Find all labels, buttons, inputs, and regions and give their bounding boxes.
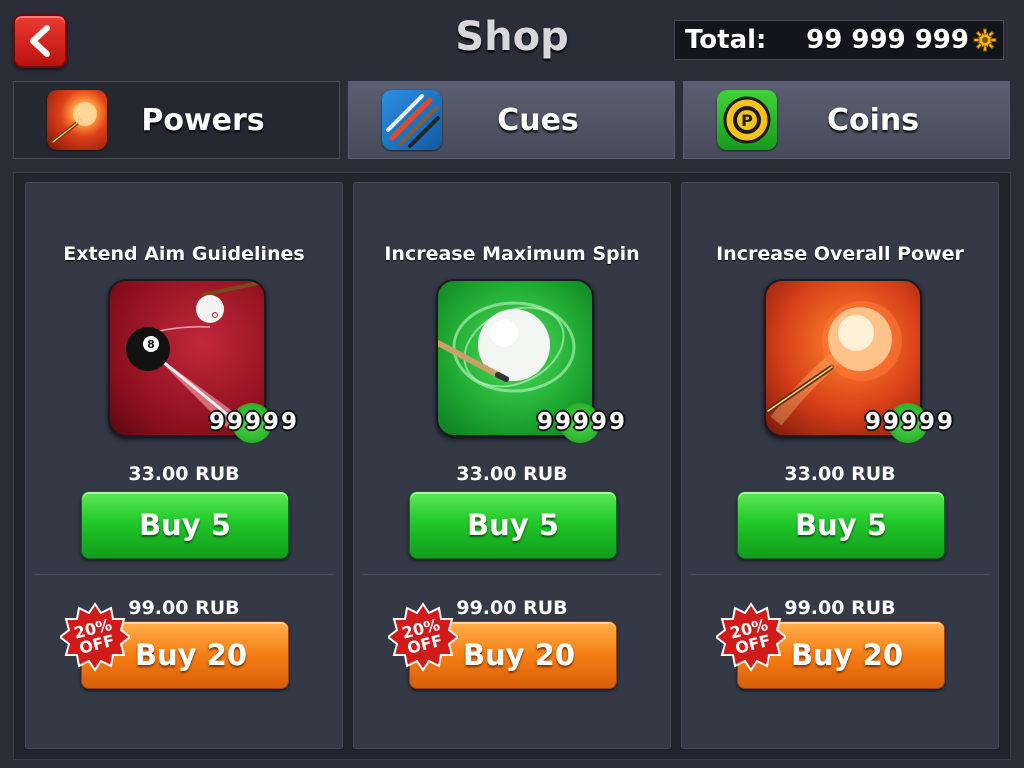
coins-icon: P — [717, 90, 777, 150]
divider — [34, 574, 334, 575]
buy-5-button[interactable]: Buy 5 — [409, 491, 617, 559]
product-title: Extend Aim Guidelines — [63, 243, 305, 265]
price-small: 33.00 RUB — [456, 463, 568, 485]
svg-text:P: P — [741, 111, 753, 130]
tab-coins-label: Coins — [826, 102, 920, 138]
price-small: 33.00 RUB — [784, 463, 896, 485]
divider — [690, 574, 990, 575]
product-title: Increase Overall Power — [716, 243, 964, 265]
shop-panel: Extend Aim Guidelines 8 99999 33.00 RUB … — [13, 172, 1011, 760]
divider — [362, 574, 662, 575]
buy-5-button[interactable]: Buy 5 — [737, 491, 945, 559]
quantity-owned: 99999 — [536, 409, 628, 435]
product-card-aim: Extend Aim Guidelines 8 99999 33.00 RUB … — [25, 182, 343, 749]
gear-coin-icon — [973, 28, 997, 52]
total-label: Total: — [685, 25, 767, 55]
quantity-owned: 99999 — [208, 409, 300, 435]
cues-icon — [382, 90, 442, 150]
product-card-power: Increase Overall Power 99999 33.00 RUB B… — [681, 182, 999, 749]
tab-cues[interactable]: Cues — [348, 81, 675, 159]
tab-coins[interactable]: P Coins — [683, 81, 1010, 159]
product-card-spin: Increase Maximum Spin 99999 33.00 RUB Bu… — [353, 182, 671, 749]
tab-powers-label: Powers — [141, 102, 265, 138]
product-title: Increase Maximum Spin — [384, 243, 640, 265]
tab-powers[interactable]: Powers — [13, 81, 340, 159]
svg-text:8: 8 — [147, 338, 155, 351]
buy-5-button[interactable]: Buy 5 — [81, 491, 289, 559]
price-small: 33.00 RUB — [128, 463, 240, 485]
total-coins-display: Total: 99 999 999 — [674, 20, 1004, 60]
tab-cues-label: Cues — [497, 102, 579, 138]
total-value: 99 999 999 — [806, 25, 969, 55]
quantity-owned: 99999 — [864, 409, 956, 435]
power-ball-icon — [47, 90, 107, 150]
